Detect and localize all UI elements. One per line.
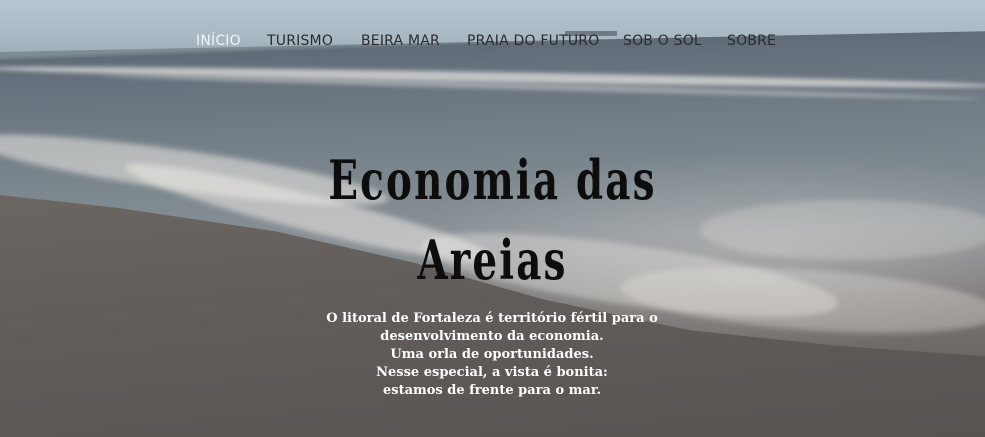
main-navigation: INÍCIO TURISMO BEIRA MAR PRAIA DO FUTURO… (0, 33, 985, 51)
intro-line: O litoral de Fortaleza é território fért… (326, 311, 658, 326)
nav-item-inicio[interactable]: INÍCIO (196, 33, 241, 49)
intro-line: estamos de frente para o mar. (382, 383, 601, 398)
intro-line: desenvolvimento da economia. (380, 329, 604, 344)
title-line: Economia das (328, 148, 657, 212)
nav-item-praia-do-futuro[interactable]: PRAIA DO FUTURO (467, 33, 599, 49)
intro-text: O litoral de Fortaleza é território fért… (292, 310, 692, 400)
sea-foam (700, 200, 985, 260)
page-title: Economia das Areias (327, 140, 659, 300)
intro-line: Nesse especial, a vista é bonita: (376, 365, 608, 380)
nav-item-sob-o-sol[interactable]: SOB O SOL (623, 33, 702, 49)
nav-item-sobre[interactable]: SOBRE (727, 33, 776, 49)
intro-line: Uma orla de oportunidades. (390, 347, 594, 362)
nav-item-turismo[interactable]: TURISMO (267, 33, 333, 49)
nav-item-beira-mar[interactable]: BEIRA MAR (361, 33, 440, 49)
title-line: Areias (417, 228, 568, 292)
